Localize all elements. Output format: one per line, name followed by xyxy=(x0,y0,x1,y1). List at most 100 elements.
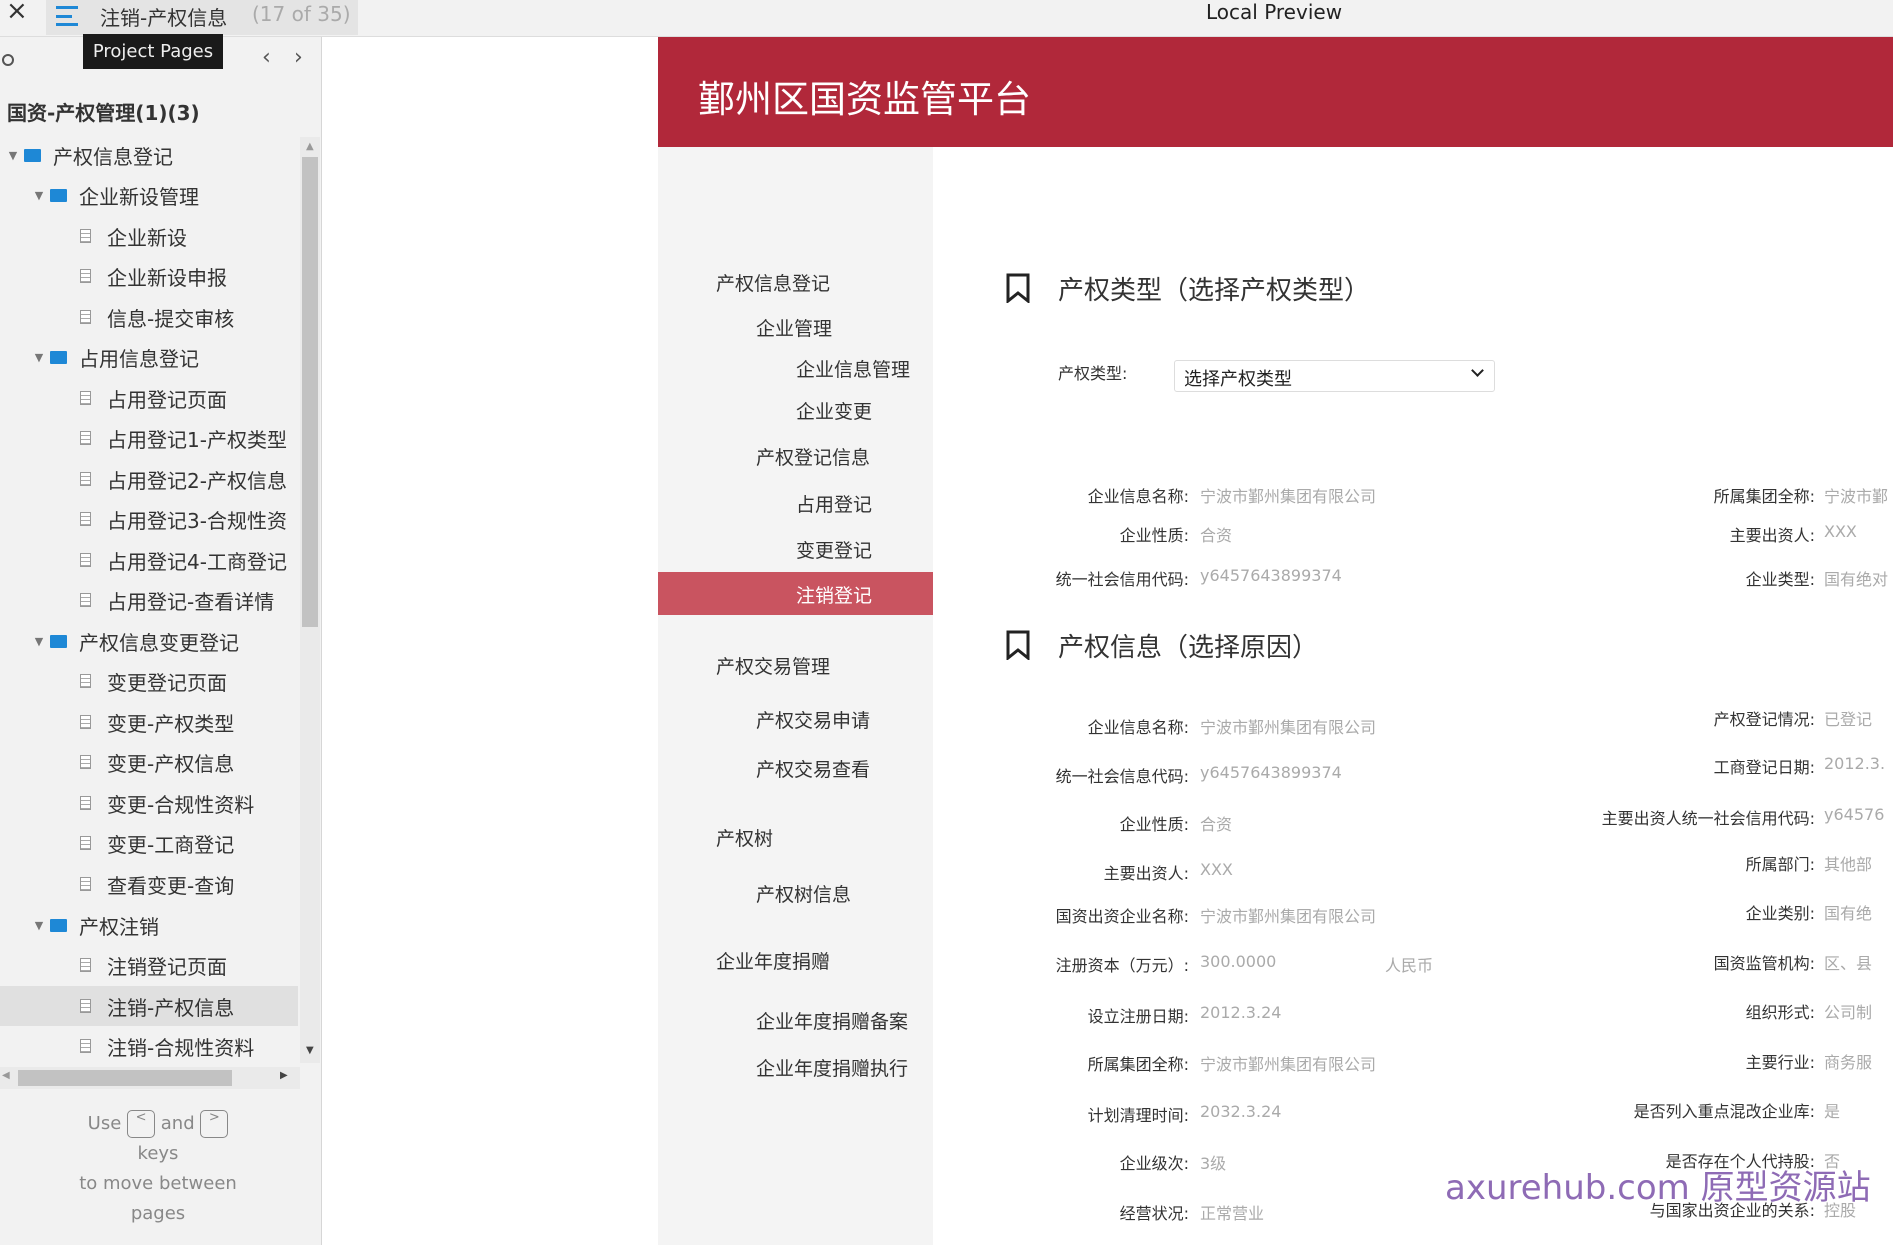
tree-item[interactable]: 占用登记2-产权信息 xyxy=(0,459,298,499)
field-label: 企业性质: xyxy=(1119,815,1189,834)
field-label: 工商登记日期: xyxy=(1713,758,1815,777)
menu-item[interactable]: 产权交易查看 xyxy=(756,755,870,782)
menu-item[interactable]: 注销登记 xyxy=(796,581,872,608)
close-icon[interactable]: × xyxy=(6,0,28,26)
watermark: axurehub.com 原型资源站 xyxy=(1445,1168,1871,1208)
hint-text: and xyxy=(160,1113,195,1134)
field-value: 宁波市鄞 xyxy=(1824,487,1889,506)
tree-item[interactable]: 变更登记页面 xyxy=(0,661,298,701)
tree-item[interactable]: ▼ 企业新设管理 xyxy=(0,175,298,215)
property-type-select[interactable]: 选择产权类型 xyxy=(1174,360,1495,392)
menu-item[interactable]: 企业信息管理 xyxy=(796,355,910,382)
menu-item[interactable]: 占用登记 xyxy=(796,490,872,517)
tree-item[interactable]: ▼ 占用信息登记 xyxy=(0,337,298,377)
next-page-button[interactable]: › xyxy=(294,45,303,70)
tree-item[interactable]: 变更-工商登记 xyxy=(0,823,298,863)
menu-item[interactable]: 变更登记 xyxy=(796,536,872,563)
hint-text: to move between xyxy=(79,1173,237,1194)
tree-item[interactable]: 注销-产权信息 xyxy=(0,986,298,1026)
page-icon xyxy=(80,593,91,607)
page-icon xyxy=(80,431,91,445)
field-value: 已登记 xyxy=(1824,710,1873,729)
field-label: 经营状况: xyxy=(1119,1204,1189,1223)
caret-down-icon[interactable]: ▼ xyxy=(28,635,50,648)
field-label: 计划清理时间: xyxy=(1087,1106,1189,1125)
section-title: 产权信息（选择原因） xyxy=(1058,633,1319,663)
field-label: 国资出资企业名称: xyxy=(1055,907,1189,926)
field-label: 所属集团全称: xyxy=(1087,1055,1189,1074)
tree-scrollbar[interactable]: ▲ ▼ xyxy=(300,137,320,1063)
select-value: 选择产权类型 xyxy=(1184,369,1292,390)
app-header: 鄞州区国资监管平台 xyxy=(658,37,1893,147)
hint-text: keys xyxy=(137,1143,179,1164)
tree-item-label: 占用信息登记 xyxy=(79,346,199,371)
page-icon xyxy=(80,1039,91,1053)
menu-item[interactable]: 产权信息登记 xyxy=(716,269,830,296)
currency-value: 人民币 xyxy=(1385,956,1434,975)
field-value: y6457643899374 xyxy=(1200,763,1342,782)
tree-item[interactable]: 查看变更-查询 xyxy=(0,864,298,904)
tree-item-label: 企业新设申报 xyxy=(107,265,227,290)
menu-item[interactable]: 企业变更 xyxy=(796,397,872,424)
tree-item-label: 占用登记1-产权类型 xyxy=(107,427,287,452)
tree-item[interactable]: 注销登记页面 xyxy=(0,945,298,985)
field-label: 主要行业: xyxy=(1745,1053,1815,1072)
tree-item[interactable]: ▼ 产权信息登记 xyxy=(0,135,298,175)
tree-item[interactable]: 企业新设申报 xyxy=(0,256,298,296)
prev-page-button[interactable]: ‹ xyxy=(262,45,271,70)
field-value: 300.0000 xyxy=(1200,952,1277,971)
field-value: 2032.3.24 xyxy=(1200,1102,1282,1121)
field-value: 宁波市鄞州集团有限公司 xyxy=(1200,487,1377,506)
field-label: 产权登记情况: xyxy=(1713,710,1815,729)
menu-item[interactable]: 产权树信息 xyxy=(756,880,851,907)
tree-item[interactable]: 注销-合规性资料 xyxy=(0,1026,298,1066)
scrollbar-thumb[interactable] xyxy=(302,157,318,627)
sidebar: ‹ › 国资-产权管理(1)(3) ▼ 产权信息登记 ▼ 企业新设管理 企业新设 企业新设… xyxy=(0,37,322,1245)
tree-item-label: 变更-产权信息 xyxy=(107,751,235,776)
tree-item[interactable]: 变更-产权信息 xyxy=(0,742,298,782)
tree-item[interactable]: ▼ 产权信息变更登记 xyxy=(0,621,298,661)
menu-item[interactable]: 企业年度捐赠备案 xyxy=(756,1007,908,1034)
tree-item[interactable]: 占用登记3-合规性资 xyxy=(0,499,298,539)
field-value: 2012.3.24 xyxy=(1200,1003,1282,1022)
tree-item-label: 产权信息变更登记 xyxy=(79,630,239,655)
menu-item[interactable]: 企业年度捐赠 xyxy=(716,947,830,974)
page-icon xyxy=(80,269,91,283)
folder-icon xyxy=(50,188,67,202)
caret-down-icon[interactable]: ▼ xyxy=(2,149,24,162)
tree-item[interactable]: 占用登记-查看详情 xyxy=(0,580,298,620)
menu-item[interactable]: 企业管理 xyxy=(756,314,832,341)
page-icon xyxy=(80,715,91,729)
tree-item[interactable]: 企业新设 xyxy=(0,216,298,256)
horizontal-scrollbar[interactable]: ◀ ▶ xyxy=(0,1067,300,1089)
tree-item[interactable]: 占用登记1-产权类型 xyxy=(0,418,298,458)
tree-item[interactable]: 信息-提交审核 xyxy=(0,297,298,337)
caret-down-icon[interactable]: ▼ xyxy=(28,351,50,364)
field-value: XXX xyxy=(1824,522,1857,541)
field-label: 设立注册日期: xyxy=(1087,1007,1189,1026)
tree-item-label: 占用登记页面 xyxy=(107,387,227,412)
field-label: 企业类型: xyxy=(1745,570,1815,589)
select-label: 产权类型: xyxy=(1058,364,1128,383)
field-label: 是否列入重点混改企业库: xyxy=(1633,1102,1815,1121)
tree-item[interactable]: 变更-产权类型 xyxy=(0,702,298,742)
menu-item[interactable]: 产权交易管理 xyxy=(716,652,830,679)
caret-down-icon[interactable]: ▼ xyxy=(28,919,50,932)
page-selector[interactable]: 注销-产权信息 (17 of 35) xyxy=(46,0,358,35)
menu-item[interactable]: 产权登记信息 xyxy=(756,443,870,470)
window-title: Local Preview xyxy=(1206,0,1343,24)
tree-item[interactable]: 占用登记页面 xyxy=(0,378,298,418)
field-label: 所属部门: xyxy=(1745,855,1815,874)
tree-item[interactable]: 变更-合规性资料 xyxy=(0,783,298,823)
menu-item[interactable]: 企业年度捐赠执行 xyxy=(756,1054,908,1081)
menu-item[interactable]: 产权树 xyxy=(716,824,773,851)
tree-item-label: 变更-合规性资料 xyxy=(107,792,255,817)
menu-item[interactable]: 产权交易申请 xyxy=(756,706,870,733)
caret-down-icon[interactable]: ▼ xyxy=(28,189,50,202)
tree-item[interactable]: 占用登记4-工商登记 xyxy=(0,540,298,580)
field-value: 其他部 xyxy=(1824,855,1873,874)
search-icon[interactable] xyxy=(2,54,14,66)
field-label: 主要出资人: xyxy=(1103,864,1189,883)
tree-item-label: 注销-合规性资料 xyxy=(107,1035,255,1060)
tree-item[interactable]: ▼ 产权注销 xyxy=(0,905,298,945)
